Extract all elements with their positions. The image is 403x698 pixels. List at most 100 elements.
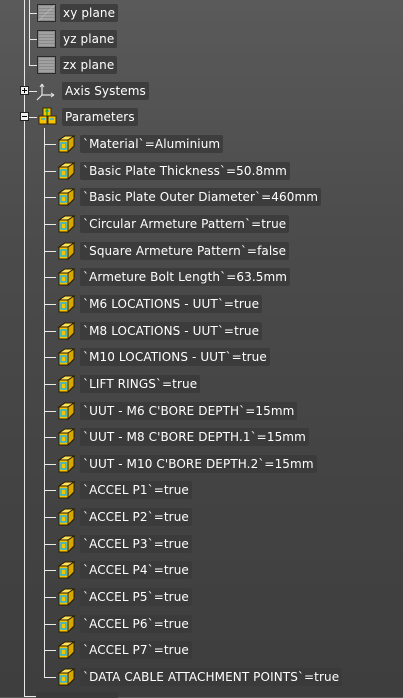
- parameter-item[interactable]: `M8 LOCATIONS - UUT`=true: [56, 321, 263, 341]
- tree-connector: [44, 517, 56, 518]
- tree-connector: [44, 624, 56, 625]
- tree-connector: [44, 197, 56, 198]
- tree-connector: [44, 384, 56, 385]
- tree-trunk-line: [24, 0, 25, 697]
- parameter-item[interactable]: `M6 LOCATIONS - UUT`=true: [56, 294, 263, 314]
- tree-connector: [44, 331, 56, 332]
- parameter-icon: [56, 667, 76, 687]
- parameter-label: `ACCEL P3`=true: [80, 535, 192, 553]
- parameter-item[interactable]: `ACCEL P7`=true: [56, 640, 192, 660]
- parameter-label: `ACCEL P5`=true: [80, 588, 192, 606]
- parameter-label: `ACCEL P7`=true: [80, 641, 192, 659]
- parameter-item[interactable]: `Armeture Bolt Length`=63.5mm: [56, 267, 291, 287]
- tree-branch-line: [29, 0, 30, 66]
- parameter-icon: [56, 161, 76, 181]
- parameter-icon: [56, 534, 76, 554]
- parameter-item[interactable]: `ACCEL P6`=true: [56, 614, 192, 634]
- parameter-item[interactable]: `ACCEL P5`=true: [56, 587, 192, 607]
- parameter-label: `Armeture Bolt Length`=63.5mm: [80, 268, 291, 286]
- tree-connector: [44, 464, 56, 465]
- tree-connector: [44, 597, 56, 598]
- tree-connector: [44, 224, 56, 225]
- parameter-icon: [56, 321, 76, 341]
- tree-connector: [44, 277, 56, 278]
- parameter-item[interactable]: `ACCEL P3`=true: [56, 534, 192, 554]
- parameter-label: `M8 LOCATIONS - UUT`=true: [80, 322, 263, 340]
- tree-item-axis-systems[interactable]: Axis Systems: [36, 81, 149, 101]
- tree-connector: [44, 650, 56, 651]
- parameter-icon: [56, 294, 76, 314]
- parameter-item[interactable]: `ACCEL P1`=true: [56, 480, 192, 500]
- parameter-item[interactable]: `Material`=Aluminium: [56, 134, 224, 154]
- parameter-label: `ACCEL P4`=true: [80, 561, 192, 579]
- tree-connector: [44, 171, 56, 172]
- parameter-item[interactable]: `M10 LOCATIONS - UUT`=true: [56, 347, 270, 367]
- tree-item-parameters[interactable]: Parameters: [36, 107, 138, 127]
- parameters-set-icon: [36, 107, 58, 127]
- tree-item-label: xy plane: [60, 4, 119, 22]
- parameter-label: `ACCEL P1`=true: [80, 481, 192, 499]
- parameter-icon: [56, 267, 76, 287]
- parameter-item[interactable]: `Basic Plate Thickness`=50.8mm: [56, 161, 290, 181]
- parameter-icon: [56, 374, 76, 394]
- plane-icon: [37, 56, 56, 74]
- parameter-label: `UUT - M6 C'BORE DEPTH`=15mm: [80, 402, 298, 420]
- tree-connector: [44, 304, 56, 305]
- tree-item-label: Axis Systems: [62, 82, 149, 100]
- parameter-item[interactable]: `UUT - M10 C'BORE DEPTH.2`=15mm: [56, 454, 317, 474]
- parameter-icon: [56, 454, 76, 474]
- tree-connector: [44, 251, 56, 252]
- parameter-label: `UUT - M8 C'BORE DEPTH.1`=15mm: [80, 428, 309, 446]
- tree-connector: [29, 39, 37, 40]
- parameter-icon: [56, 587, 76, 607]
- parameter-icon: [56, 427, 76, 447]
- parameter-label: `Basic Plate Thickness`=50.8mm: [80, 162, 290, 180]
- tree-connector: [44, 437, 56, 438]
- parameter-item[interactable]: `UUT - M8 C'BORE DEPTH.1`=15mm: [56, 427, 309, 447]
- parameter-icon: [56, 401, 76, 421]
- parameter-item[interactable]: `Basic Plate Outer Diameter`=460mm: [56, 187, 322, 207]
- plane-icon: [37, 4, 56, 22]
- parameter-icon: [56, 134, 76, 154]
- parameter-icon: [56, 347, 76, 367]
- parameter-label: `DATA CABLE ATTACHMENT POINTS`=true: [80, 668, 343, 686]
- tree-connector: [44, 677, 56, 678]
- tree-item-xy-plane[interactable]: xy plane: [37, 3, 119, 23]
- tree-connector: [44, 544, 56, 545]
- tree-item-yz-plane[interactable]: yz plane: [37, 29, 118, 49]
- next-tree-item-partial: [36, 692, 118, 698]
- parameter-label: `ACCEL P6`=true: [80, 615, 192, 633]
- parameter-label: `Square Armeture Pattern`=false: [80, 242, 290, 260]
- tree-item-label: Parameters: [62, 108, 138, 126]
- collapse-minus-icon[interactable]: [20, 112, 29, 121]
- parameter-icon: [56, 640, 76, 660]
- parameter-icon: [56, 480, 76, 500]
- parameter-item[interactable]: `UUT - M6 C'BORE DEPTH`=15mm: [56, 401, 298, 421]
- specification-tree: xy plane yz plane zx plane Axis Systems …: [0, 0, 403, 698]
- tree-item-label: zx plane: [60, 56, 118, 74]
- parameter-item[interactable]: `LIFT RINGS`=true: [56, 374, 201, 394]
- tree-item-label: yz plane: [60, 30, 118, 48]
- parameter-item[interactable]: `ACCEL P4`=true: [56, 560, 192, 580]
- parameter-item[interactable]: `Circular Armeture Pattern`=true: [56, 214, 290, 234]
- expand-plus-icon[interactable]: [20, 86, 29, 95]
- parameter-icon: [56, 560, 76, 580]
- parameter-icon: [56, 214, 76, 234]
- parameter-icon: [56, 507, 76, 527]
- tree-connector: [44, 357, 56, 358]
- tree-connector: [29, 13, 37, 14]
- parameter-icon: [56, 614, 76, 634]
- parameter-icon: [56, 241, 76, 261]
- parameter-item[interactable]: `DATA CABLE ATTACHMENT POINTS`=true: [56, 667, 343, 687]
- parameter-label: `M6 LOCATIONS - UUT`=true: [80, 295, 263, 313]
- parameter-label: `Basic Plate Outer Diameter`=460mm: [80, 188, 322, 206]
- parameter-item[interactable]: `Square Armeture Pattern`=false: [56, 241, 290, 261]
- tree-connector: [44, 490, 56, 491]
- tree-item-zx-plane[interactable]: zx plane: [37, 55, 118, 75]
- parameter-item[interactable]: `ACCEL P2`=true: [56, 507, 192, 527]
- axis-system-icon: [36, 81, 58, 101]
- tree-connector: [44, 570, 56, 571]
- parameter-label: `Material`=Aluminium: [80, 135, 224, 153]
- tree-connector: [44, 411, 56, 412]
- parameter-label: `UUT - M10 C'BORE DEPTH.2`=15mm: [80, 455, 317, 473]
